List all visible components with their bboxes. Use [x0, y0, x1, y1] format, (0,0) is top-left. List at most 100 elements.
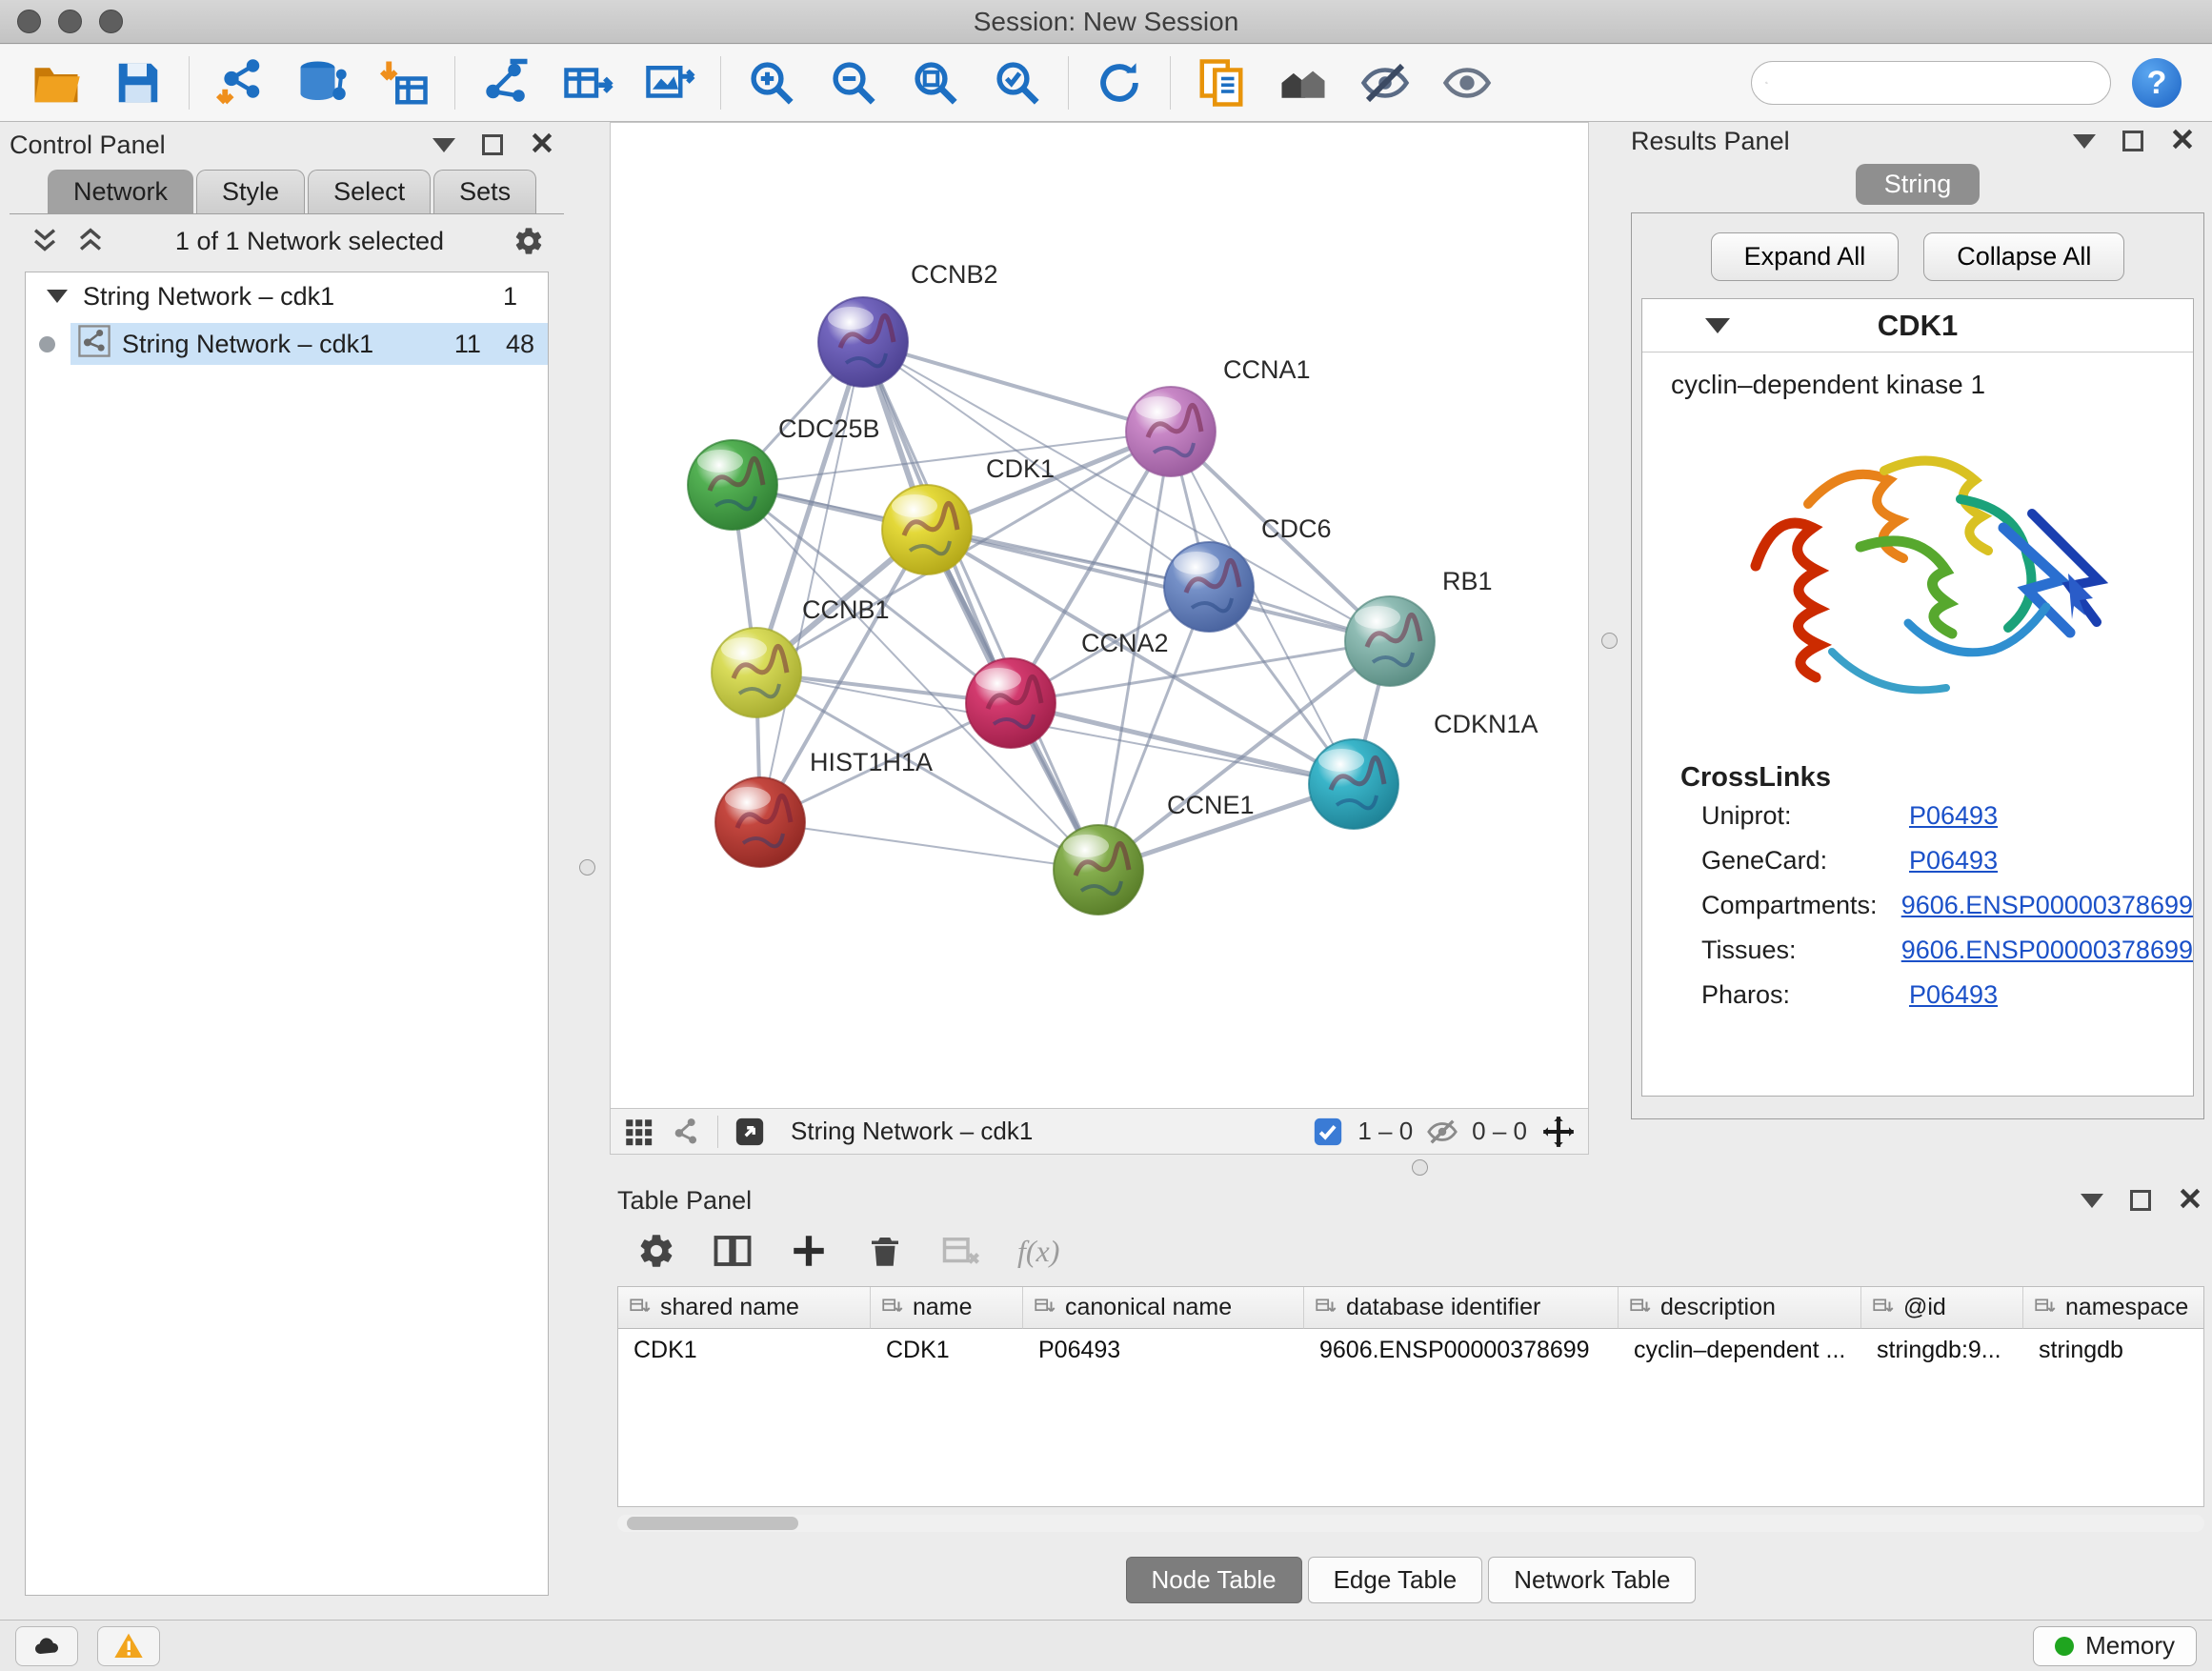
- maximize-panel-icon[interactable]: [2130, 1190, 2151, 1211]
- warnings-button[interactable]: [97, 1626, 160, 1666]
- annotation-button[interactable]: [1180, 51, 1262, 114]
- float-panel-icon[interactable]: [2073, 134, 2096, 149]
- gene-card: CDK1 cyclin–dependent kinase 1: [1641, 298, 2194, 1097]
- expand-all-icon[interactable]: [74, 225, 107, 257]
- search-box[interactable]: [1751, 61, 2111, 105]
- gear-icon[interactable]: [513, 225, 545, 257]
- cloud-status-button[interactable]: [15, 1626, 78, 1666]
- memory-button[interactable]: Memory: [2033, 1626, 2197, 1666]
- zoom-out-button[interactable]: [813, 51, 895, 114]
- svg-text:HIST1H1A: HIST1H1A: [810, 748, 933, 776]
- hidden-eye-icon[interactable]: [1426, 1116, 1458, 1148]
- network-collection-row[interactable]: String Network – cdk1 1: [26, 272, 548, 320]
- import-table-button[interactable]: [363, 51, 445, 114]
- cell-database-identifier[interactable]: 9606.ENSP00000378699: [1304, 1329, 1619, 1369]
- tab-sets[interactable]: Sets: [433, 170, 536, 213]
- selected-counter: 1 – 0: [1357, 1117, 1413, 1146]
- tab-string[interactable]: String: [1856, 164, 1981, 205]
- tab-network[interactable]: Network: [48, 170, 193, 213]
- zoom-selected-button[interactable]: [976, 51, 1058, 114]
- close-panel-icon[interactable]: [2170, 127, 2195, 156]
- zoom-in-button[interactable]: [731, 51, 813, 114]
- import-network-icon: [214, 57, 266, 109]
- close-panel-icon[interactable]: [2178, 1186, 2202, 1216]
- status-bar: Memory: [0, 1620, 2212, 1671]
- network-tree: String Network – cdk1 1 String Network –…: [25, 272, 549, 1596]
- function-builder-icon: f(x): [1017, 1234, 1059, 1269]
- export-image-button[interactable]: [629, 51, 711, 114]
- horizontal-scrollbar[interactable]: [617, 1515, 2204, 1532]
- search-input[interactable]: [1778, 69, 2097, 98]
- table-settings-gear-icon[interactable]: [636, 1231, 676, 1271]
- network-graph[interactable]: CCNB2CCNA1CDC25BCDK1CDC6RB1CCNB1CCNA2CDK…: [611, 123, 1588, 1108]
- show-columns-icon[interactable]: [713, 1231, 753, 1271]
- collapse-all-button[interactable]: Collapse All: [1923, 232, 2124, 281]
- svg-text:CCNB2: CCNB2: [911, 260, 998, 289]
- crosslink-link[interactable]: 9606.ENSP00000378699: [1901, 936, 2193, 965]
- maximize-panel-icon[interactable]: [482, 134, 503, 155]
- search-icon: [1765, 70, 1768, 96]
- table-export-icon: [562, 57, 613, 109]
- cell-id[interactable]: stringdb:9...: [1861, 1329, 2023, 1369]
- cell-name[interactable]: CDK1: [871, 1329, 1023, 1369]
- cell-canonical-name[interactable]: P06493: [1023, 1329, 1304, 1369]
- network-row[interactable]: String Network – cdk1 11 48: [26, 320, 548, 368]
- svg-text:RB1: RB1: [1442, 567, 1493, 595]
- vertical-splitter-handle-right[interactable]: [1601, 633, 1618, 649]
- birdseye-view-button[interactable]: [1262, 51, 1344, 114]
- add-column-icon[interactable]: [789, 1231, 829, 1271]
- float-panel-icon[interactable]: [432, 138, 455, 152]
- tab-edge-table[interactable]: Edge Table: [1308, 1557, 1483, 1603]
- selected-checkbox-icon[interactable]: [1312, 1116, 1344, 1148]
- collapse-all-icon[interactable]: [29, 225, 61, 257]
- network-overview-icon[interactable]: [670, 1116, 702, 1148]
- scrollbar-thumb[interactable]: [627, 1517, 798, 1530]
- crosslink-link[interactable]: P06493: [1909, 846, 1998, 876]
- export-table-button[interactable]: [547, 51, 629, 114]
- tree-expander-icon[interactable]: [47, 290, 68, 303]
- column-header: description: [1619, 1287, 1861, 1329]
- help-button[interactable]: ?: [2132, 58, 2182, 108]
- crosslink-link[interactable]: P06493: [1909, 980, 1998, 1010]
- show-details-button[interactable]: [1426, 51, 1508, 114]
- horizontal-splitter-handle[interactable]: [1412, 1159, 1428, 1176]
- refresh-button[interactable]: [1078, 51, 1160, 114]
- open-session-button[interactable]: [15, 51, 97, 114]
- hide-details-button[interactable]: [1344, 51, 1426, 114]
- crosslink-link[interactable]: 9606.ENSP00000378699: [1901, 891, 2193, 920]
- delete-column-icon[interactable]: [865, 1231, 905, 1271]
- svg-text:CDC25B: CDC25B: [778, 414, 880, 443]
- crosslink-link[interactable]: P06493: [1909, 801, 1998, 831]
- close-panel-icon[interactable]: [530, 131, 554, 160]
- node-table[interactable]: shared name name canonical name database…: [617, 1286, 2204, 1507]
- cell-shared-name[interactable]: CDK1: [618, 1329, 871, 1369]
- delete-table-icon: [941, 1231, 981, 1271]
- grid-view-icon[interactable]: [622, 1116, 654, 1148]
- cell-description[interactable]: cyclin–dependent ...: [1619, 1329, 1861, 1369]
- vertical-splitter-handle-left[interactable]: [579, 859, 595, 876]
- import-network-file-button[interactable]: [199, 51, 281, 114]
- save-session-button[interactable]: [97, 51, 179, 114]
- cell-namespace[interactable]: stringdb: [2023, 1329, 2204, 1369]
- fit-content-icon[interactable]: [1540, 1114, 1577, 1150]
- export-view-icon[interactable]: [734, 1116, 766, 1148]
- tab-network-table[interactable]: Network Table: [1488, 1557, 1696, 1603]
- crosslink-label: Compartments:: [1701, 891, 1901, 920]
- network-view-title: String Network – cdk1: [791, 1117, 1033, 1146]
- table-row[interactable]: CDK1 CDK1 P06493 9606.ENSP00000378699 cy…: [618, 1329, 2204, 1369]
- float-panel-icon[interactable]: [2081, 1194, 2103, 1208]
- tab-node-table[interactable]: Node Table: [1126, 1557, 1302, 1603]
- expand-all-button[interactable]: Expand All: [1711, 232, 1900, 281]
- image-export-icon: [644, 57, 695, 109]
- new-network-button[interactable]: [465, 51, 547, 114]
- zoom-fit-button[interactable]: [895, 51, 976, 114]
- network-canvas[interactable]: CCNB2CCNA1CDC25BCDK1CDC6RB1CCNB1CCNA2CDK…: [610, 122, 1589, 1109]
- import-network-database-button[interactable]: [281, 51, 363, 114]
- gene-card-header[interactable]: CDK1: [1642, 299, 2193, 352]
- svg-text:CCNA1: CCNA1: [1223, 355, 1311, 384]
- tab-select[interactable]: Select: [308, 170, 431, 213]
- tab-style[interactable]: Style: [196, 170, 305, 213]
- crosslink-label: Tissues:: [1701, 936, 1901, 965]
- maximize-panel-icon[interactable]: [2122, 131, 2143, 151]
- svg-text:CDK1: CDK1: [986, 454, 1055, 483]
